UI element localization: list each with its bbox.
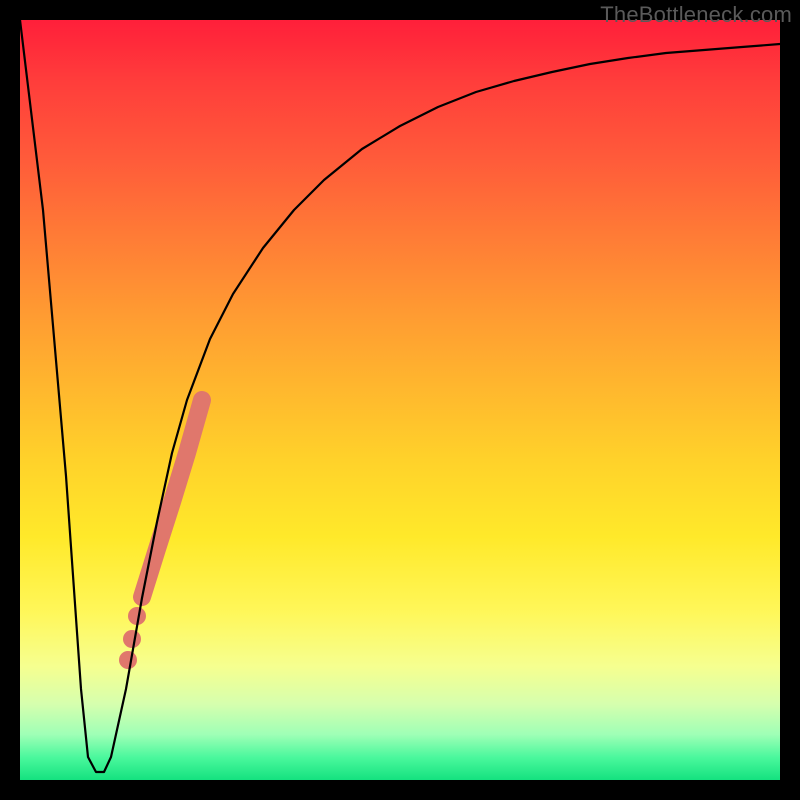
plot-area: [20, 20, 780, 780]
highlight-dot: [119, 651, 137, 669]
highlight-dot: [123, 630, 141, 648]
highlight-segment: [142, 400, 202, 597]
chart-stage: TheBottleneck.com: [0, 0, 800, 800]
watermark-text: TheBottleneck.com: [600, 2, 792, 28]
chart-svg: [20, 20, 780, 780]
